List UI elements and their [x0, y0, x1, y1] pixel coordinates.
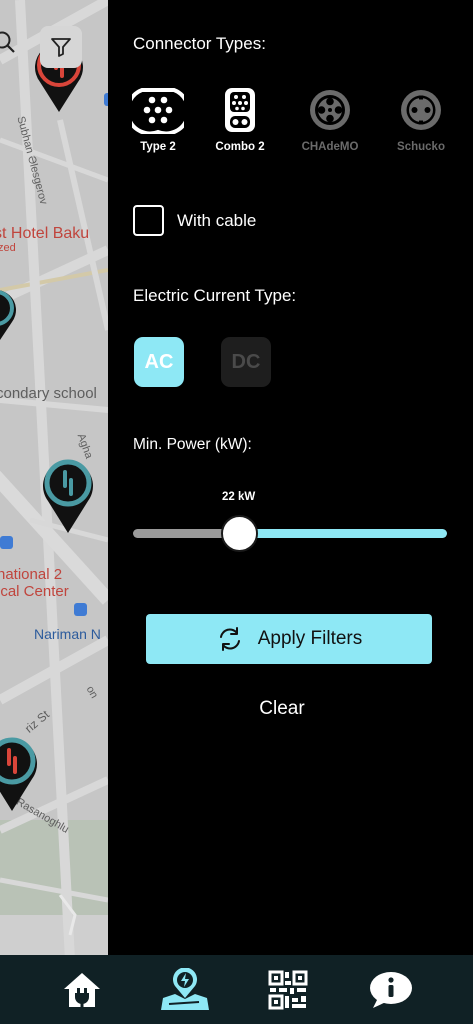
combo2-connector-icon — [225, 88, 255, 132]
nav-map[interactable] — [155, 960, 215, 1020]
connector-chademo[interactable]: CHAdeMO — [293, 86, 367, 153]
connector-label: CHAdeMO — [301, 141, 359, 153]
current-dc-button[interactable]: DC — [221, 337, 271, 387]
power-slider-thumb[interactable] — [221, 515, 258, 552]
nav-home[interactable] — [52, 960, 112, 1020]
search-icon[interactable] — [0, 30, 18, 61]
connector-combo2[interactable]: Combo 2 — [203, 86, 277, 153]
map-label-center: ical Center — [0, 583, 69, 600]
bottom-nav — [0, 955, 473, 1024]
charging-station-pin-icon[interactable] — [0, 733, 40, 813]
type2-connector-icon — [132, 88, 184, 134]
bus-stop-icon — [0, 536, 13, 549]
chademo-connector-icon — [310, 90, 350, 130]
min-power-title: Min. Power (kW): — [133, 436, 252, 453]
connector-types-title: Connector Types: — [133, 34, 266, 53]
connector-label: Combo 2 — [215, 141, 265, 153]
current-type-title: Electric Current Type: — [133, 286, 297, 305]
map-charging-icon — [160, 967, 209, 1010]
nav-info[interactable] — [361, 960, 421, 1020]
filter-panel: Connector Types: Type 2 Combo 2 CHAdeMO … — [108, 0, 473, 955]
clear-button[interactable]: Clear — [108, 698, 456, 720]
map-label-nariman: Nariman N — [34, 626, 101, 642]
qr-code-icon — [268, 970, 308, 1009]
apply-filters-button[interactable]: Apply Filters — [146, 614, 432, 664]
with-cable-label: With cable — [177, 210, 257, 230]
filter-button[interactable] — [40, 26, 82, 68]
home-plug-icon — [63, 972, 100, 1007]
connector-schuko[interactable]: Schucko — [384, 86, 458, 153]
filter-icon — [51, 38, 71, 57]
current-ac-button[interactable]: AC — [134, 337, 184, 387]
connector-label: Type 2 — [140, 141, 176, 153]
refresh-icon — [219, 627, 240, 651]
map-label-school: condary school — [0, 385, 97, 402]
power-slider-track[interactable] — [240, 529, 447, 538]
app-root: st Hotel Baku zed condary school nationa… — [0, 0, 473, 1024]
charging-station-pin-icon[interactable] — [40, 455, 96, 535]
connector-type2[interactable]: Type 2 — [121, 86, 195, 153]
info-bubble-icon — [370, 971, 413, 1008]
map-view[interactable]: st Hotel Baku zed condary school nationa… — [0, 0, 108, 955]
schuko-connector-icon — [401, 90, 441, 130]
connector-label: Schucko — [397, 141, 445, 153]
nav-qr[interactable] — [258, 960, 318, 1020]
apply-filters-label: Apply Filters — [257, 628, 363, 649]
with-cable-checkbox[interactable] — [133, 205, 164, 236]
map-label-hotel-sub: zed — [0, 242, 16, 254]
power-slider-value: 22 kW — [222, 491, 256, 503]
with-cable-row[interactable]: With cable — [133, 205, 256, 236]
bus-stop-icon — [74, 603, 87, 616]
charging-station-pin-icon[interactable] — [0, 286, 18, 348]
map-label-national: national 2 — [0, 566, 63, 583]
map-label-hotel: st Hotel Baku — [0, 225, 90, 242]
